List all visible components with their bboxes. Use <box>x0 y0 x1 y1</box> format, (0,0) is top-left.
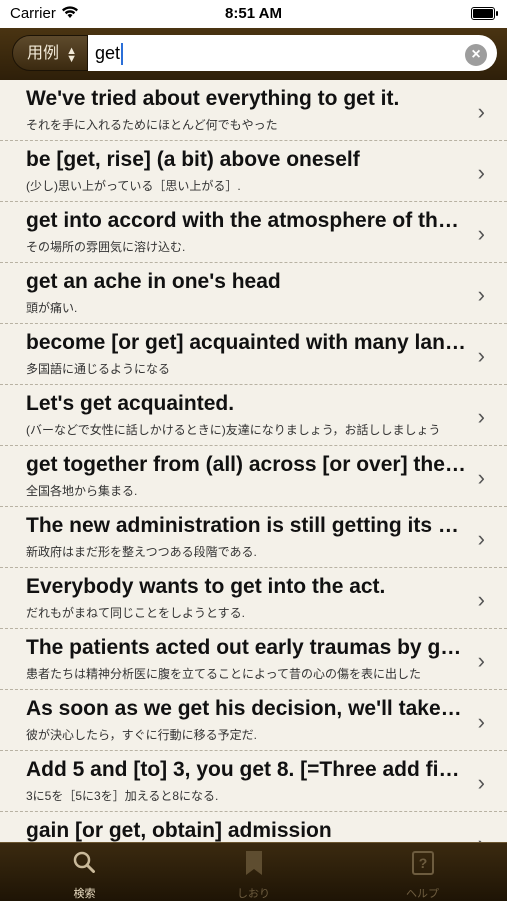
result-japanese: 3に5を［5に3を］加えると8になる. <box>26 789 219 803</box>
result-japanese: 患者たちは精神分析医に腹を立てることによって昔の心の傷を表に出した <box>26 667 422 681</box>
result-row[interactable]: get an ache in one's head 頭が痛い. › <box>0 263 507 324</box>
result-english: Everybody wants to get into the act. <box>26 575 386 598</box>
battery-icon <box>471 7 498 20</box>
tab-bookmarks-label: しおり <box>237 888 270 900</box>
tab-search[interactable]: 検索 <box>0 843 169 901</box>
result-row[interactable]: Let's get acquainted. (バーなどで女性に話しかけるときに)… <box>0 385 507 446</box>
result-english: get into accord with the atmosphere of t… <box>26 209 466 232</box>
chevron-right-icon: › <box>477 404 485 429</box>
result-row[interactable]: As soon as we get his decision, we'll ta… <box>0 690 507 751</box>
clear-search-button[interactable]: × <box>465 44 487 66</box>
result-row[interactable]: Add 5 and [to] 3, you get 8. [=Three add… <box>0 751 507 812</box>
magnifier-icon <box>73 851 95 873</box>
result-japanese: 彼が決心したら，すぐに行動に移る予定だ. <box>26 728 257 742</box>
result-japanese: (バーなどで女性に話しかけるときに)友達になりましょう，お話ししましょう <box>26 423 441 437</box>
status-bar: Carrier 8:51 AM <box>0 0 507 28</box>
chevron-right-icon: › <box>477 282 485 307</box>
chevron-right-icon: › <box>477 709 485 734</box>
tab-help-label: ヘルプ <box>406 888 439 900</box>
result-japanese: だれもがまねて同じことをしようとする. <box>26 606 245 620</box>
result-english: get together from (all) across [or over]… <box>26 453 466 476</box>
result-english: get an ache in one's head <box>26 270 281 293</box>
bookmark-icon <box>246 851 262 875</box>
result-english: become [or get] acquainted with many lan… <box>26 331 466 354</box>
result-japanese: その場所の雰囲気に溶け込む. <box>26 240 186 254</box>
result-japanese: 全国各地から集まる. <box>26 484 138 498</box>
result-row[interactable]: The patients acted out early traumas by … <box>0 629 507 690</box>
text-caret <box>121 43 124 66</box>
result-row[interactable]: become [or get] acquainted with many lan… <box>0 324 507 385</box>
result-row[interactable]: We've tried about everything to get it. … <box>0 80 507 141</box>
result-japanese: 頭が痛い. <box>26 301 78 315</box>
tab-search-label: 検索 <box>73 888 96 900</box>
tab-bookmarks[interactable]: しおり <box>169 843 338 901</box>
search-input[interactable]: get <box>88 35 497 71</box>
result-row[interactable]: The new administration is still getting … <box>0 507 507 568</box>
search-scope-selector[interactable]: 用例 ▲ ▼ <box>12 35 88 71</box>
chevron-right-icon: › <box>478 831 485 842</box>
result-english: The patients acted out early traumas by … <box>26 636 466 659</box>
result-row[interactable]: get into accord with the atmosphere of t… <box>0 202 507 263</box>
result-english: The new administration is still getting … <box>26 514 466 537</box>
search-bar: 用例 ▲ ▼ get <box>0 28 507 80</box>
result-english: gain [or get, obtain] admission <box>26 819 332 842</box>
chevron-right-icon: › <box>477 99 485 124</box>
search-query-text: get <box>95 43 121 63</box>
result-row[interactable]: be [get, rise] (a bit) above oneself (少し… <box>0 141 507 202</box>
result-row[interactable]: gain [or get, obtain] admission › <box>0 812 507 842</box>
results-list: We've tried about everything to get it. … <box>0 80 507 842</box>
svg-text:?: ? <box>419 855 428 871</box>
result-japanese: それを手に入れるためにほとんど何でもやった <box>26 118 278 132</box>
chevron-right-icon: › <box>477 526 485 551</box>
help-icon: ? <box>412 851 434 875</box>
result-english: be [get, rise] (a bit) above oneself <box>26 148 360 171</box>
chevron-right-icon: › <box>477 221 485 246</box>
up-down-arrows-icon: ▲ ▼ <box>66 45 77 65</box>
chevron-right-icon: › <box>477 770 485 795</box>
result-english: As soon as we get his decision, we'll ta… <box>26 697 466 720</box>
result-row[interactable]: get together from (all) across [or over]… <box>0 446 507 507</box>
chevron-right-icon: › <box>477 160 485 185</box>
chevron-right-icon: › <box>477 343 485 368</box>
tab-help[interactable]: ? ヘルプ <box>338 843 507 901</box>
result-english: We've tried about everything to get it. <box>26 87 400 110</box>
result-row[interactable]: Everybody wants to get into the act. だれも… <box>0 568 507 629</box>
chevron-right-icon: › <box>477 587 485 612</box>
chevron-right-icon: › <box>477 648 485 673</box>
result-english: Let's get acquainted. <box>26 392 235 415</box>
result-english: Add 5 and [to] 3, you get 8. [=Three add… <box>26 758 466 781</box>
tab-bar: 検索 しおり ? ヘルプ <box>0 842 507 901</box>
close-icon: × <box>471 46 481 63</box>
result-japanese: 多国語に通じるようになる <box>26 362 171 376</box>
clock-label: 8:51 AM <box>225 5 282 22</box>
chevron-right-icon: › <box>477 465 485 490</box>
result-japanese: 新政府はまだ形を整えつつある段階である. <box>26 545 257 559</box>
result-japanese: (少し)思い上がっている［思い上がる］. <box>26 179 241 193</box>
search-scope-label: 用例 <box>27 45 60 62</box>
